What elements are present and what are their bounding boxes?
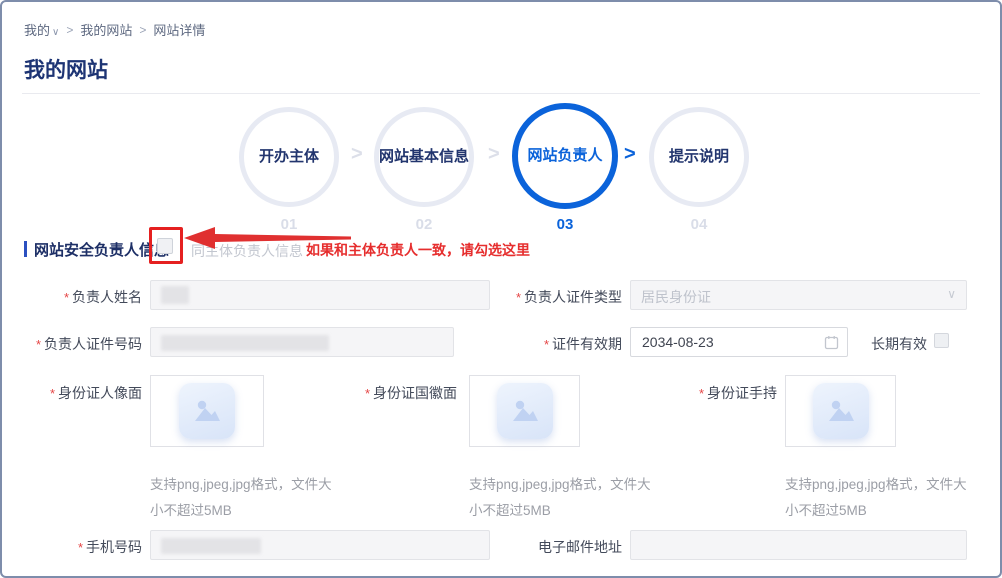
cert-expiry-label: *证件有效期 (502, 334, 622, 354)
phone-input (150, 530, 490, 560)
upload-hint-line1: 支持png,jpeg,jpg格式，文件大 (150, 472, 332, 498)
long-term-checkbox[interactable] (934, 333, 949, 348)
long-term-label: 长期有效 (871, 334, 927, 354)
email-label: 电子邮件地址 (482, 537, 622, 557)
upload-hint-line2: 小不超过5MB (469, 498, 651, 524)
step-label: 网站基本信息 (379, 148, 469, 166)
breadcrumb-item-website-detail: 网站详情 (153, 20, 205, 39)
step-2-website-basic-info[interactable]: 网站基本信息 (374, 107, 474, 207)
breadcrumb-item-my-websites[interactable]: 我的网站 (80, 20, 132, 39)
step-chevron-icon: > (488, 143, 500, 166)
name-label: *负责人姓名 (22, 287, 142, 307)
id-front-upload[interactable] (150, 375, 264, 447)
upload-hint: 支持png,jpeg,jpg格式，文件大 小不超过5MB (469, 472, 651, 524)
upload-hint: 支持png,jpeg,jpg格式，文件大 小不超过5MB (785, 472, 967, 524)
image-placeholder-icon (813, 383, 869, 439)
image-placeholder-icon (497, 383, 553, 439)
cert-type-select: 居民身份证 ∨ (630, 280, 967, 310)
id-back-upload[interactable] (469, 375, 580, 447)
breadcrumb: 我的∨ > 我的网站 > 网站详情 (24, 20, 205, 39)
step-number: 04 (649, 216, 749, 233)
id-back-label: *身份证国徽面 (342, 383, 457, 403)
red-arrow-annotation-icon (183, 226, 355, 249)
section-accent-bar (24, 241, 27, 257)
website-detail-page: 我的∨ > 我的网站 > 网站详情 我的网站 开办主体 > 网站基本信息 > 网… (0, 0, 1002, 578)
image-placeholder-icon (179, 383, 235, 439)
step-chevron-icon: > (624, 143, 636, 166)
name-input (150, 280, 490, 310)
step-1-establish-subject[interactable]: 开办主体 (239, 107, 339, 207)
step-label: 提示说明 (669, 148, 729, 166)
step-label: 开办主体 (259, 148, 319, 166)
redacted-value (161, 538, 261, 554)
id-front-label: *身份证人像面 (22, 383, 142, 403)
upload-hint-line1: 支持png,jpeg,jpg格式，文件大 (469, 472, 651, 498)
redacted-value (161, 286, 189, 304)
upload-hint: 支持png,jpeg,jpg格式，文件大 小不超过5MB (150, 472, 332, 524)
breadcrumb-separator: > (66, 23, 73, 37)
upload-hint-line2: 小不超过5MB (150, 498, 332, 524)
chevron-down-icon: ∨ (52, 27, 59, 38)
id-hold-upload[interactable] (785, 375, 896, 447)
redacted-value (161, 335, 329, 351)
red-highlight-box (149, 227, 183, 264)
upload-hint-line2: 小不超过5MB (785, 498, 967, 524)
step-number: 03 (515, 216, 615, 233)
step-label: 网站负责人 (527, 147, 602, 165)
breadcrumb-separator: > (139, 23, 146, 37)
cert-type-label: *负责人证件类型 (482, 287, 622, 307)
upload-hint-line1: 支持png,jpeg,jpg格式，文件大 (785, 472, 967, 498)
step-4-notice[interactable]: 提示说明 (649, 107, 749, 207)
phone-label: *手机号码 (22, 537, 142, 557)
calendar-icon (824, 335, 839, 350)
cert-expiry-date-input[interactable]: 2034-08-23 (630, 327, 848, 357)
id-hold-label: *身份证手持 (662, 383, 777, 403)
step-3-website-principal[interactable]: 网站负责人 (512, 103, 618, 209)
cert-expiry-value: 2034-08-23 (642, 334, 714, 350)
step-number: 02 (374, 216, 474, 233)
breadcrumb-item-my[interactable]: 我的∨ (24, 20, 59, 39)
cert-number-input (150, 327, 454, 357)
page-title: 我的网站 (24, 54, 108, 84)
step-chevron-icon: > (351, 143, 363, 166)
cert-type-value: 居民身份证 (641, 287, 711, 307)
email-input (630, 530, 967, 560)
divider (22, 93, 980, 94)
cert-number-label: *负责人证件号码 (22, 334, 142, 354)
chevron-down-icon: ∨ (947, 287, 956, 301)
